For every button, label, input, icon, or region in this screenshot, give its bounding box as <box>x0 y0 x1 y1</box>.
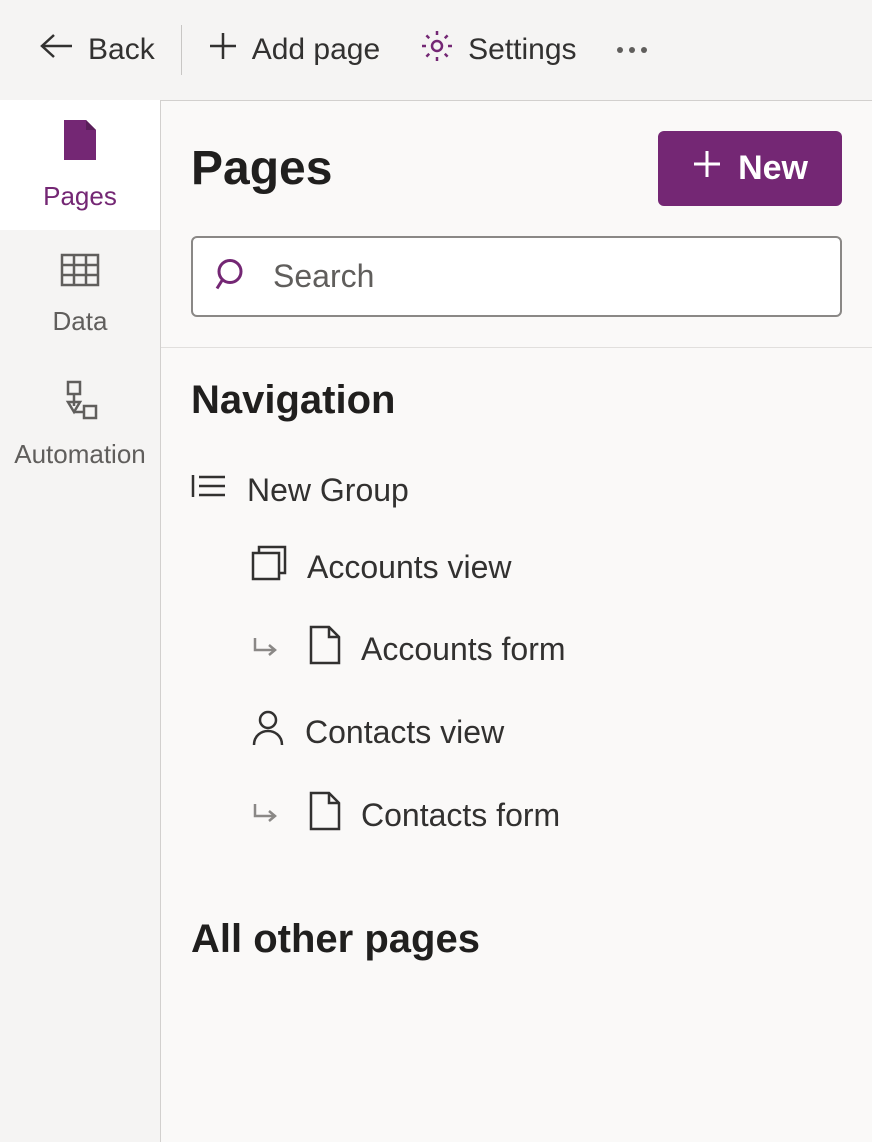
list-icon <box>191 471 227 509</box>
sidenav-automation-label: Automation <box>14 439 146 470</box>
back-button[interactable]: Back <box>20 23 175 77</box>
add-page-button[interactable]: Add page <box>188 21 400 79</box>
sidenav-item-automation[interactable]: Automation <box>0 360 160 490</box>
sidenav-item-pages[interactable]: Pages <box>0 100 160 230</box>
other-pages-heading: All other pages <box>191 917 842 962</box>
tree-item-accounts-form[interactable]: Accounts form <box>191 607 842 691</box>
back-label: Back <box>88 33 155 67</box>
search-icon <box>215 257 249 296</box>
form-icon <box>309 791 341 839</box>
sidenav-pages-label: Pages <box>43 181 117 212</box>
other-pages-section: All other pages <box>161 867 872 1002</box>
settings-label: Settings <box>468 33 576 67</box>
toolbar-divider <box>181 25 182 75</box>
arrow-left-icon <box>40 33 74 67</box>
new-button[interactable]: New <box>658 131 842 206</box>
flow-icon <box>60 380 100 427</box>
tree-group-label: New Group <box>247 472 409 509</box>
child-arrow-icon <box>251 631 279 668</box>
sidenav-item-data[interactable]: Data <box>0 230 160 360</box>
new-button-label: New <box>738 149 808 188</box>
form-icon <box>309 625 341 673</box>
navigation-section: Navigation New Group <box>161 347 872 867</box>
navigation-heading: Navigation <box>191 378 842 423</box>
search-input[interactable] <box>191 236 842 317</box>
plus-icon <box>692 149 722 188</box>
tree-item-label: Accounts view <box>307 549 512 586</box>
settings-button[interactable]: Settings <box>400 19 596 81</box>
sidenav-data-label: Data <box>53 306 108 337</box>
table-icon <box>60 253 100 294</box>
more-icon <box>617 47 647 53</box>
tree-item-label: Accounts form <box>361 631 566 668</box>
more-button[interactable] <box>597 37 667 63</box>
person-icon <box>251 709 285 755</box>
view-icon <box>251 545 287 589</box>
side-nav: Pages Data <box>0 100 160 1142</box>
toolbar: Back Add page Settings <box>0 0 872 100</box>
plus-icon <box>208 31 238 69</box>
child-arrow-icon <box>251 797 279 834</box>
tree-item-accounts-view[interactable]: Accounts view <box>191 527 842 607</box>
main-panel: Pages New <box>160 100 872 1142</box>
gear-icon <box>420 29 454 71</box>
tree-group[interactable]: New Group <box>191 453 842 527</box>
tree-item-contacts-view[interactable]: Contacts view <box>191 691 842 773</box>
page-icon <box>62 118 98 169</box>
panel-title: Pages <box>191 141 332 196</box>
add-page-label: Add page <box>252 33 380 67</box>
tree-item-label: Contacts view <box>305 714 504 751</box>
tree-item-contacts-form[interactable]: Contacts form <box>191 773 842 857</box>
tree-item-label: Contacts form <box>361 797 560 834</box>
